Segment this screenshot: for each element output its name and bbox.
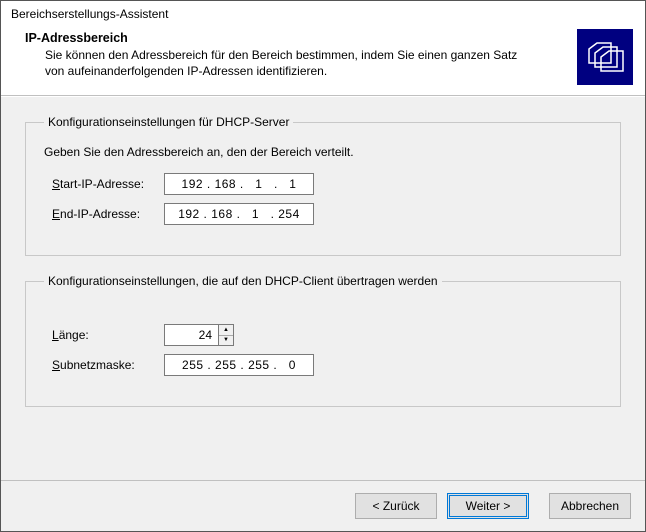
wizard-footer: < Zurück Weiter > Abbrechen	[1, 480, 645, 531]
row-subnet-mask: Subnetzmaske:	[44, 354, 602, 376]
row-start-ip: Start-IP-Adresse:	[44, 173, 602, 195]
start-ip-input[interactable]	[164, 173, 314, 195]
group-dhcp-server-legend: Konfigurationseinstellungen für DHCP-Ser…	[44, 115, 293, 129]
group-dhcp-client: Konfigurationseinstellungen, die auf den…	[25, 274, 621, 407]
range-instruction: Geben Sie den Adressbereich an, den der …	[44, 145, 602, 159]
start-ip-label: Start-IP-Adresse:	[44, 177, 164, 191]
length-label: Länge:	[44, 328, 164, 342]
end-ip-input[interactable]	[164, 203, 314, 225]
row-length: Länge: ▲ ▼	[44, 324, 602, 346]
length-spin-up[interactable]: ▲	[219, 325, 233, 336]
window-title: Bereichserstellungs-Assistent	[1, 1, 645, 25]
length-stepper[interactable]: ▲ ▼	[164, 324, 234, 346]
group-dhcp-server: Konfigurationseinstellungen für DHCP-Ser…	[25, 115, 621, 256]
page-title: IP-Adressbereich	[25, 31, 569, 45]
cancel-button[interactable]: Abbrechen	[549, 493, 631, 519]
wizard-header: IP-Adressbereich Sie können den Adressbe…	[1, 25, 645, 96]
end-ip-label: End-IP-Adresse:	[44, 207, 164, 221]
length-spin-down[interactable]: ▼	[219, 336, 233, 346]
subnet-mask-input[interactable]	[164, 354, 314, 376]
next-button[interactable]: Weiter >	[447, 493, 529, 519]
wizard-folders-icon	[577, 29, 633, 85]
page-description: Sie können den Adressbereich für den Ber…	[25, 45, 525, 79]
wizard-window: Bereichserstellungs-Assistent IP-Adressb…	[0, 0, 646, 532]
row-end-ip: End-IP-Adresse:	[44, 203, 602, 225]
subnet-mask-label: Subnetzmaske:	[44, 358, 164, 372]
group-dhcp-client-legend: Konfigurationseinstellungen, die auf den…	[44, 274, 442, 288]
length-input[interactable]	[164, 324, 218, 346]
wizard-content: Konfigurationseinstellungen für DHCP-Ser…	[1, 96, 645, 480]
back-button[interactable]: < Zurück	[355, 493, 437, 519]
